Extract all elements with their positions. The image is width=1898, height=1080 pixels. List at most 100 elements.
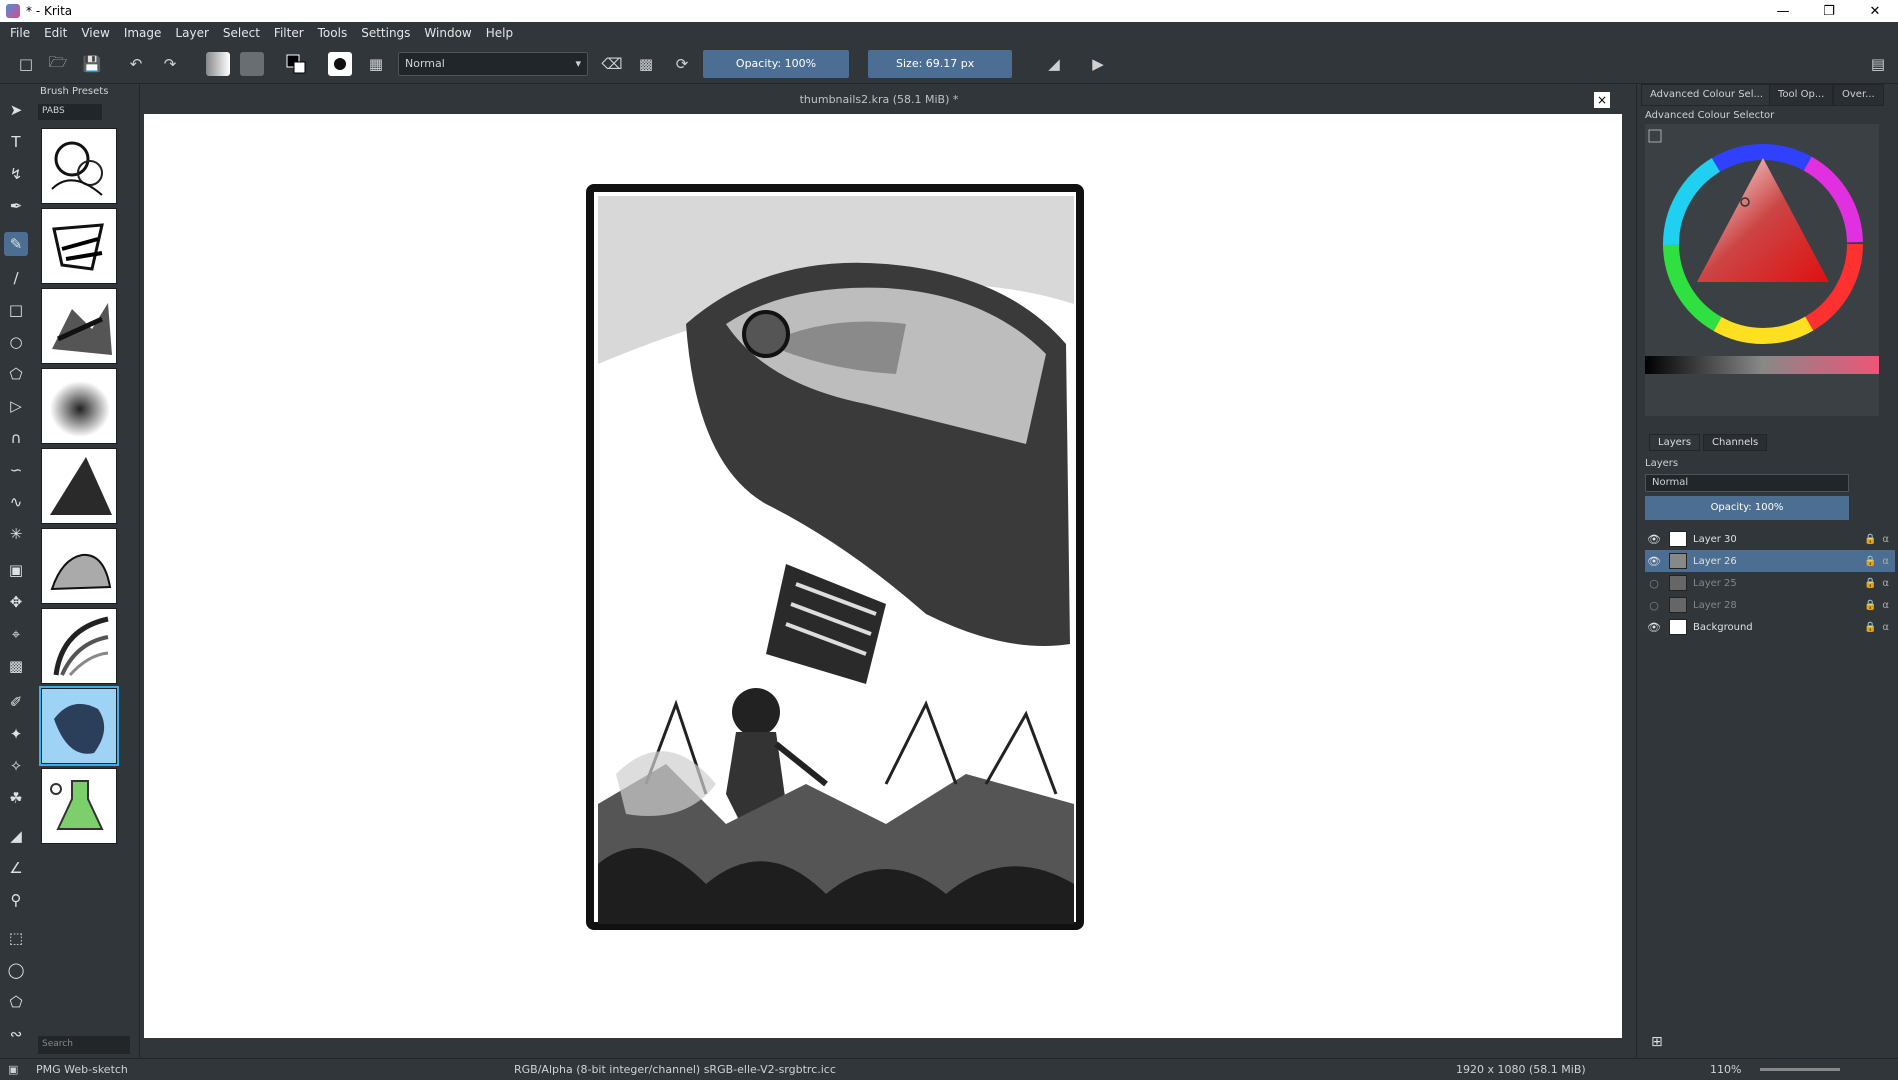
opacity-slider[interactable]: Opacity: 100% (703, 50, 849, 78)
save-document-icon[interactable]: 💾 (80, 52, 104, 76)
polygon-tool-icon[interactable]: ⬠ (4, 362, 28, 386)
menu-layer[interactable]: Layer (175, 26, 208, 40)
menu-edit[interactable]: Edit (44, 26, 67, 40)
blend-mode-select[interactable]: Normal ▾ (398, 52, 588, 76)
transform-tool-icon[interactable]: ▣ (4, 558, 28, 582)
alpha-lock-icon[interactable]: α (1882, 578, 1889, 589)
dynamic-brush-tool-icon[interactable]: ∿ (4, 490, 28, 514)
reference-tool-icon[interactable]: ⚲ (4, 888, 28, 912)
brush-preset-item-selected[interactable] (39, 686, 119, 766)
brush-preset-item[interactable] (41, 288, 117, 364)
brush-tag-select[interactable]: PABS (38, 104, 102, 120)
menu-file[interactable]: File (10, 26, 30, 40)
brush-preset-item[interactable] (41, 528, 117, 604)
eye-hidden-icon[interactable]: ○ (1645, 577, 1663, 590)
eye-icon[interactable]: 👁 (1645, 555, 1663, 568)
eye-hidden-icon[interactable]: ○ (1645, 599, 1663, 612)
close-window-button[interactable]: ✕ (1852, 4, 1898, 19)
redo-icon[interactable]: ↷ (158, 52, 182, 76)
gradient-tool-icon[interactable]: ▩ (4, 654, 28, 678)
maximize-button[interactable]: ❐ (1806, 4, 1852, 19)
lock-icon[interactable]: 🔒 (1864, 534, 1876, 545)
tab-layers[interactable]: Layers (1649, 434, 1701, 451)
brush-search-input[interactable]: Search (38, 1036, 130, 1054)
brush-preset-item[interactable] (41, 768, 117, 844)
colour-selector-panel[interactable] (1645, 124, 1879, 416)
edit-shapes-tool-icon[interactable]: ✒ (4, 194, 28, 218)
eye-icon[interactable]: 👁 (1645, 533, 1663, 546)
brush-settings-icon[interactable]: ▦ (364, 52, 388, 76)
alpha-lock-icon[interactable]: α (1882, 556, 1889, 567)
eraser-mode-icon[interactable]: ⌫ (600, 52, 624, 76)
tab-overview[interactable]: Over... (1833, 84, 1884, 106)
brush-preset-icon[interactable] (328, 52, 352, 76)
calligraphy-tool-icon[interactable]: ↯ (4, 162, 28, 186)
crop-tool-icon[interactable]: ⌖ (4, 622, 28, 646)
rect-select-tool-icon[interactable]: ⬚ (4, 926, 28, 950)
menu-settings[interactable]: Settings (361, 26, 410, 40)
text-tool-icon[interactable]: T (4, 130, 28, 154)
layer-row-active[interactable]: 👁 Layer 26 🔒 α (1645, 550, 1895, 572)
layer-opacity-slider[interactable]: Opacity: 100% (1645, 496, 1849, 520)
menu-filter[interactable]: Filter (274, 26, 304, 40)
open-document-icon[interactable]: 🗁 (46, 52, 70, 76)
fg-bg-color-icon[interactable] (284, 52, 308, 76)
menu-select[interactable]: Select (223, 26, 260, 40)
canvas[interactable] (144, 114, 1622, 1038)
gradient-selector-icon[interactable] (206, 52, 230, 76)
add-layer-icon[interactable]: ⊞ (1651, 1034, 1663, 1050)
document-tab[interactable]: thumbnails2.kra (58.1 MiB) * (140, 84, 1618, 114)
alpha-lock-icon[interactable]: α (1882, 622, 1889, 633)
rectangle-tool-icon[interactable]: □ (4, 298, 28, 322)
polygon-select-tool-icon[interactable]: ⬠ (4, 990, 28, 1014)
menu-view[interactable]: View (81, 26, 109, 40)
lock-icon[interactable]: 🔒 (1864, 556, 1876, 567)
ellipse-tool-icon[interactable]: ○ (4, 330, 28, 354)
alpha-lock-icon[interactable]: α (1882, 600, 1889, 611)
new-document-icon[interactable]: □ (14, 52, 38, 76)
layer-row[interactable]: ○ Layer 25 🔒 α (1645, 572, 1895, 594)
tab-tool-options[interactable]: Tool Op... (1769, 84, 1834, 106)
ellipse-select-tool-icon[interactable]: ◯ (4, 958, 28, 982)
alpha-lock-icon[interactable]: α (1882, 534, 1889, 545)
tab-advanced-colour-selector[interactable]: Advanced Colour Sel... (1641, 84, 1773, 106)
brush-preset-item[interactable] (41, 448, 117, 524)
mirror-vertical-icon[interactable]: ▶ (1086, 52, 1110, 76)
assistant-tool-icon[interactable]: ◢ (4, 824, 28, 848)
minimize-button[interactable]: — (1760, 4, 1806, 19)
reload-preset-icon[interactable]: ⟳ (670, 52, 694, 76)
smart-patch-tool-icon[interactable]: ✦ (4, 722, 28, 746)
size-slider[interactable]: Size: 69.17 px (868, 50, 1012, 78)
freehand-brush-tool-icon[interactable]: ✎ (4, 232, 28, 256)
brush-preset-item[interactable] (41, 208, 117, 284)
brush-preset-item[interactable] (41, 368, 117, 444)
layer-blend-mode-select[interactable]: Normal (1645, 474, 1849, 492)
layer-row[interactable]: 👁 Layer 30 🔒 α (1645, 528, 1895, 550)
bezier-tool-icon[interactable]: ∩ (4, 426, 28, 450)
eye-icon[interactable]: 👁 (1645, 621, 1663, 634)
menu-help[interactable]: Help (486, 26, 513, 40)
pattern-selector-icon[interactable] (240, 52, 264, 76)
multibrush-tool-icon[interactable]: ✳ (4, 522, 28, 546)
fill-tool-icon[interactable]: ☘ (4, 786, 28, 810)
menu-window[interactable]: Window (424, 26, 471, 40)
select-shapes-tool-icon[interactable]: ➤ (4, 98, 28, 122)
tab-channels[interactable]: Channels (1703, 434, 1768, 451)
freehand-select-tool-icon[interactable]: ∾ (4, 1022, 28, 1046)
layer-row[interactable]: 👁 Background 🔒 α (1645, 616, 1895, 638)
brush-preset-item[interactable] (41, 128, 117, 204)
lock-icon[interactable]: 🔒 (1864, 622, 1876, 633)
undo-icon[interactable]: ↶ (124, 52, 148, 76)
polyline-tool-icon[interactable]: ▷ (4, 394, 28, 418)
freehand-path-tool-icon[interactable]: ∽ (4, 458, 28, 482)
close-document-icon[interactable]: × (1594, 92, 1610, 108)
zoom-slider[interactable] (1760, 1068, 1840, 1071)
menu-tools[interactable]: Tools (318, 26, 348, 40)
menu-image[interactable]: Image (124, 26, 162, 40)
move-tool-icon[interactable]: ✥ (4, 590, 28, 614)
line-tool-icon[interactable]: ∕ (4, 266, 28, 290)
preserve-alpha-icon[interactable]: ▩ (634, 52, 658, 76)
color-picker-tool-icon[interactable]: ✐ (4, 690, 28, 714)
lock-icon[interactable]: 🔒 (1864, 578, 1876, 589)
lock-icon[interactable]: 🔒 (1864, 600, 1876, 611)
